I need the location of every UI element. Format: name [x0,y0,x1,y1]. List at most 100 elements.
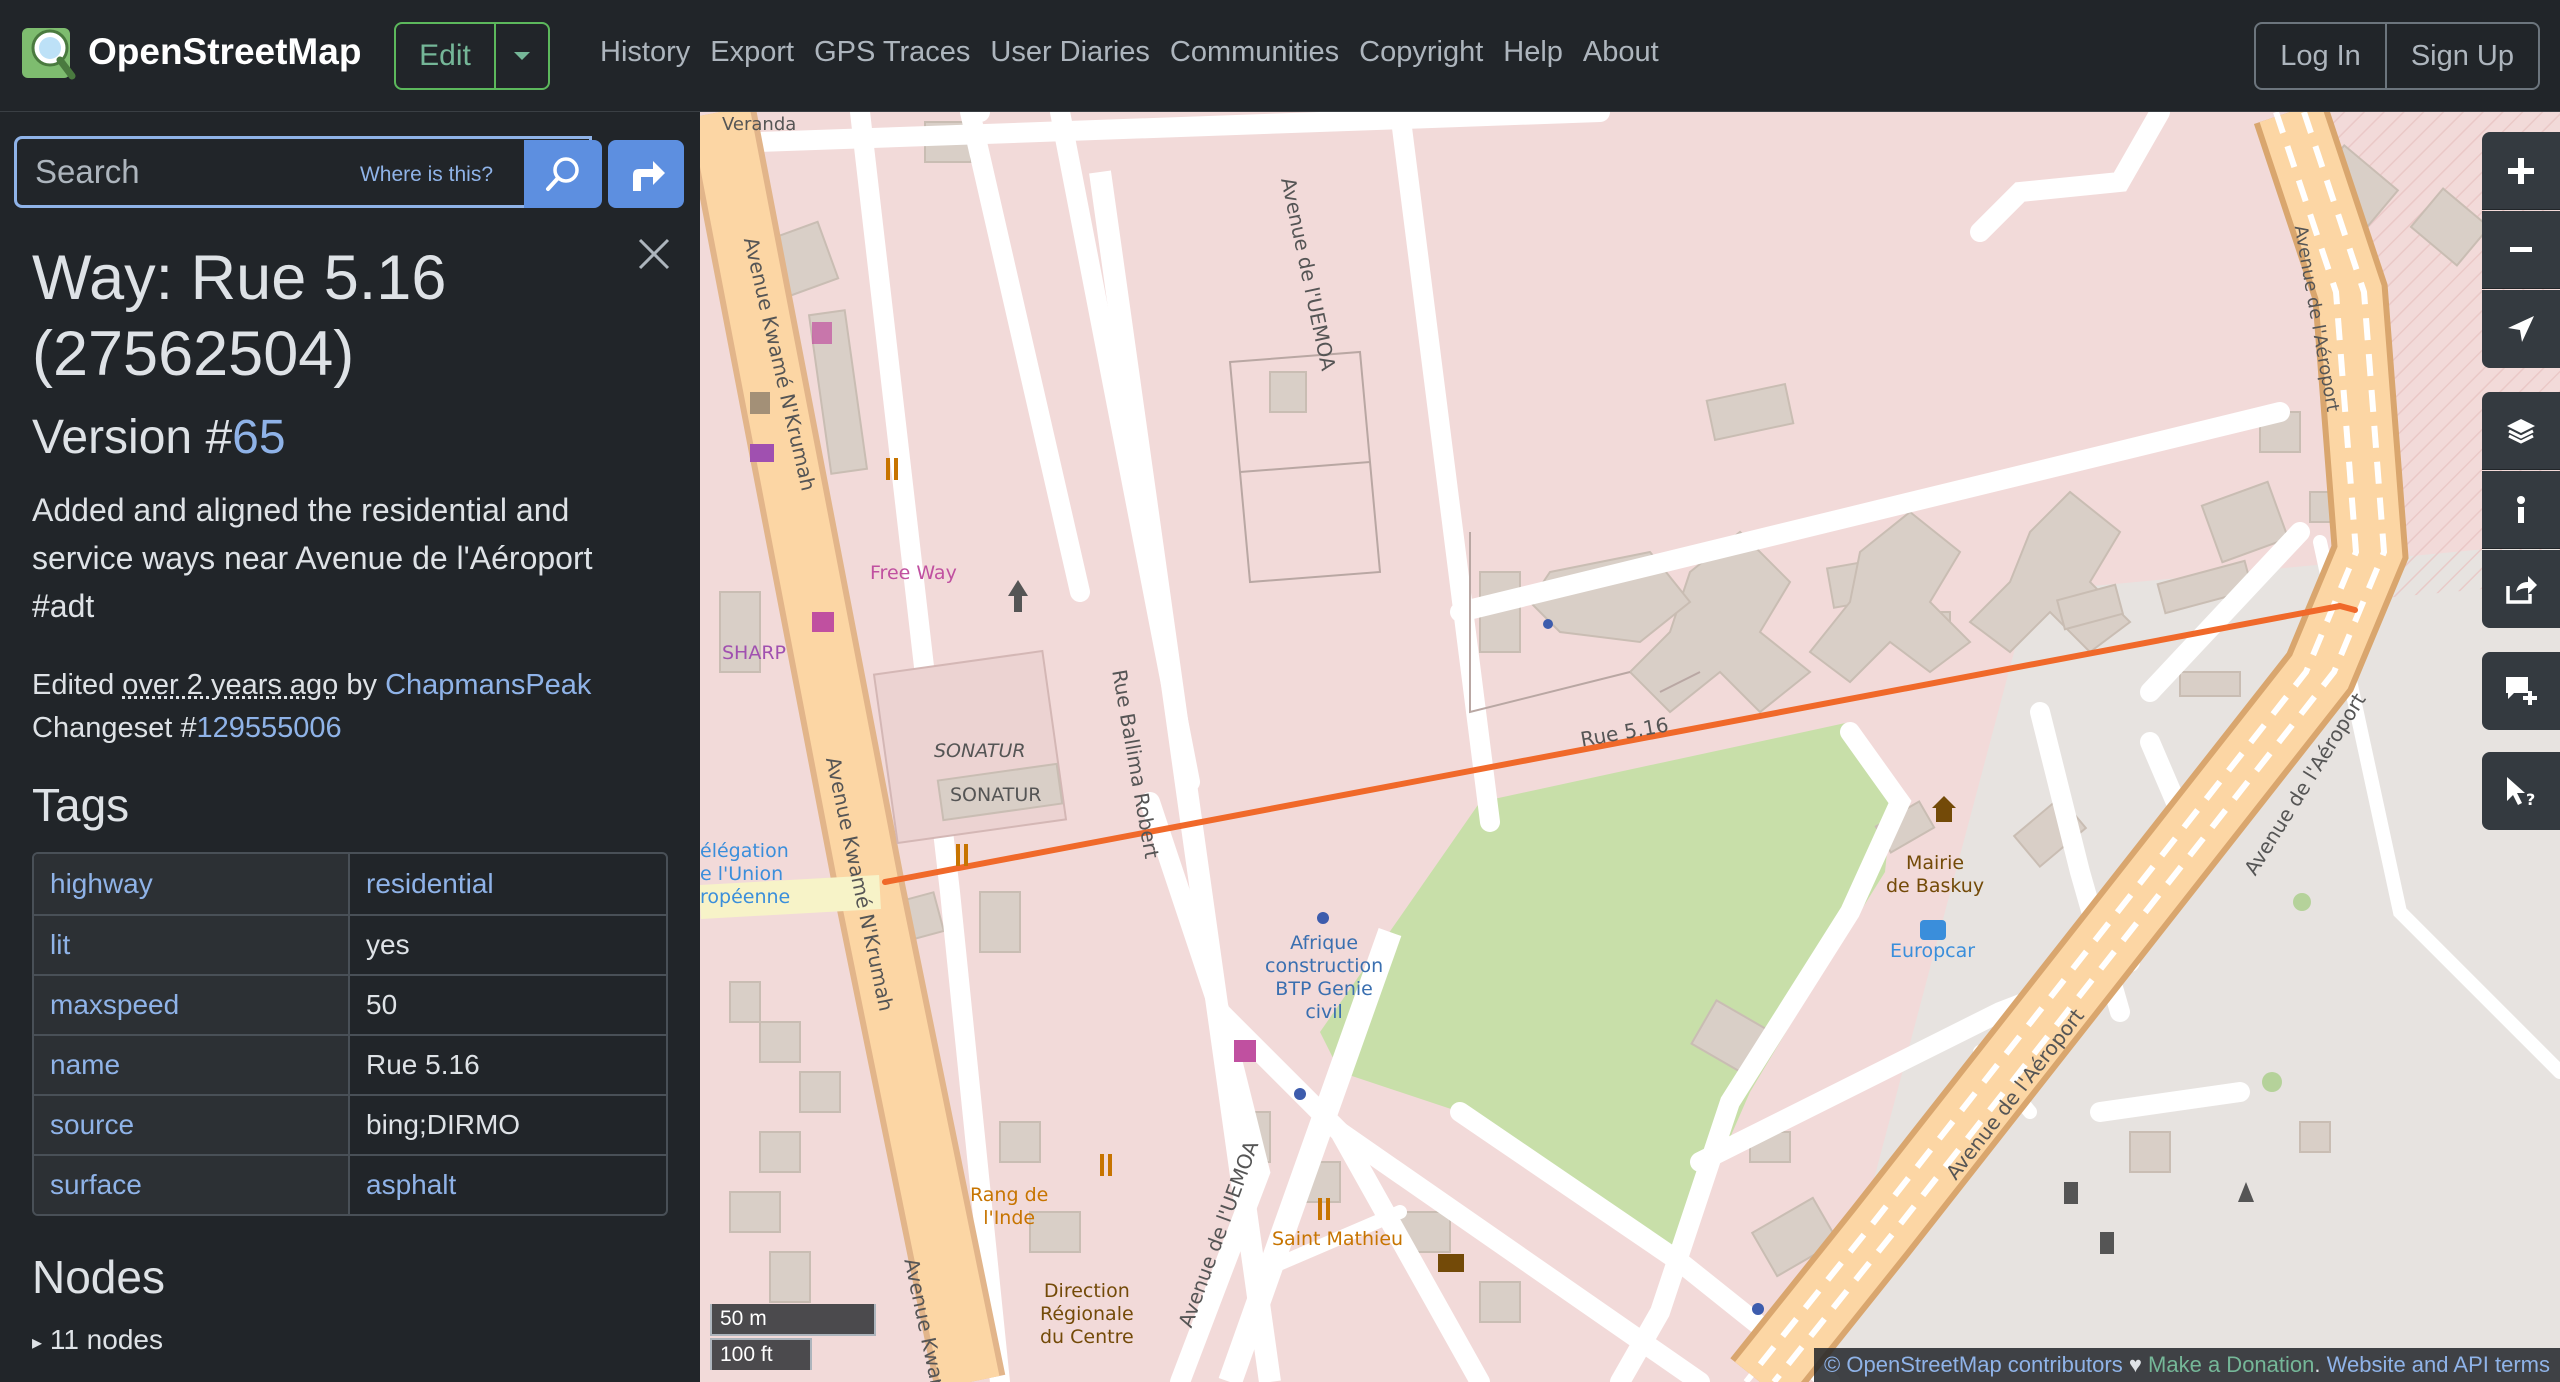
brand-name: OpenStreetMap [88,31,362,72]
location-arrow-icon [2508,316,2534,342]
search-input[interactable]: Search Where is this? [14,136,592,208]
version-link[interactable]: 65 [232,411,285,464]
attribution-separator: . [2314,1352,2321,1377]
tag-value: Rue 5.16 [366,1049,480,1080]
tag-key-link[interactable]: name [34,1036,350,1094]
changeset-prefix: Changeset # [32,712,197,744]
heart-icon: ♥ [2128,1352,2142,1377]
poi-label: Mairie de Baskuy [1886,852,1985,897]
tags-table: highway residential lit yes maxspeed 50 … [32,852,668,1216]
layers-button[interactable] [2482,392,2560,470]
share-button[interactable] [2482,550,2560,628]
signup-button[interactable]: Sign Up [2384,24,2538,88]
poi-label: élégation e l'Union ropéenne [700,840,791,908]
auth-button-group: Log In Sign Up [2254,22,2540,90]
attribution-link[interactable]: © OpenStreetMap contributors [1824,1352,2123,1377]
feature-version: Version #65 [32,410,286,465]
tag-row: highway residential [34,854,666,914]
tag-row: lit yes [34,914,666,974]
search-form: Search Where is this? [14,126,686,210]
edit-dropdown-toggle[interactable] [496,24,548,88]
tag-key-link[interactable]: lit [34,916,350,974]
edited-time: over 2 years ago [122,669,339,701]
add-note-icon [2506,677,2537,705]
osm-logo-icon [22,28,76,80]
query-cursor-icon: ? [2507,777,2535,807]
search-button[interactable] [524,140,602,208]
edit-button[interactable]: Edit [396,24,496,88]
version-prefix: Version # [32,411,233,464]
where-is-this-link[interactable]: Where is this? [360,163,493,187]
show-my-location-button[interactable] [2482,290,2560,368]
terms-link[interactable]: Website and API terms [2327,1352,2550,1377]
svg-text:?: ? [2526,790,2535,807]
nav-export[interactable]: Export [710,36,794,69]
query-features-button[interactable]: ? [2482,752,2560,830]
changeset-link[interactable]: 129555006 [196,712,341,744]
chevron-down-icon [514,52,530,60]
zoom-out-button[interactable] [2482,211,2560,289]
tag-row: source bing;DIRMO [34,1094,666,1154]
nav-history[interactable]: History [600,36,690,69]
nodes-summary-toggle[interactable]: ▸ 11 nodes [32,1324,163,1356]
nav-user-diaries[interactable]: User Diaries [990,36,1150,69]
brand-logo-link[interactable]: OpenStreetMap [20,22,361,82]
edit-info: Edited over 2 years ago by ChapmansPeak … [32,664,591,750]
edited-prefix: Edited [32,669,115,701]
tag-row: surface asphalt [34,1154,666,1214]
tag-value-link[interactable]: asphalt [350,1156,666,1214]
edit-button-group: Edit [394,22,550,90]
add-note-button[interactable] [2482,652,2560,730]
nav-help[interactable]: Help [1503,36,1563,69]
tag-value: bing;DIRMO [366,1109,521,1140]
search-icon [546,157,579,191]
poi-label: Direction Régionale du Centre [1040,1280,1134,1348]
close-icon[interactable] [636,236,672,272]
directions-icon [633,161,665,191]
login-button[interactable]: Log In [2256,24,2385,88]
changeset-comment: Added and aligned the residential and se… [32,492,593,624]
tag-key-link[interactable]: surface [34,1156,350,1214]
tag-row: maxspeed 50 [34,974,666,1034]
street-label: Veranda [722,114,797,135]
tag-key-link[interactable]: highway [34,854,350,914]
tag-value: yes [366,929,410,960]
plus-icon [2508,157,2534,184]
nodes-summary-label: 11 nodes [49,1324,163,1355]
tags-heading: Tags [32,779,130,831]
nav-communities[interactable]: Communities [1170,36,1339,69]
poi-label: SHARP [722,642,787,664]
map-attribution: © OpenStreetMap contributors ♥ Make a Do… [1814,1348,2560,1382]
tag-row: name Rue 5.16 [34,1034,666,1094]
nav-gps-traces[interactable]: GPS Traces [814,36,970,69]
sidebar: Search Where is this? Way: Rue 5.16 (275… [0,112,700,1382]
nav-copyright[interactable]: Copyright [1359,36,1483,69]
donate-link[interactable]: Make a Donation [2148,1352,2314,1377]
poi-label: Afrique construction BTP Genie civil [1265,932,1384,1023]
poi-label: SONATUR [950,784,1042,806]
main-nav: History Export GPS Traces User Diaries C… [600,36,1659,69]
nodes-heading: Nodes [32,1251,165,1303]
map-canvas[interactable]: Veranda Avenue Kwamé N'Krumah Avenue Kwa… [700,112,2560,1382]
poi-label: Saint Mathieu [1272,1228,1404,1250]
zoom-in-button[interactable] [2482,132,2560,210]
tag-key-link[interactable]: source [34,1096,350,1154]
minus-icon [2510,246,2532,252]
scale-imperial: 100 ft [710,1338,812,1370]
poi-label: SONATUR [934,740,1026,762]
map-key-button[interactable] [2482,471,2560,549]
tag-value: 50 [366,989,398,1020]
edited-by: by [346,669,378,701]
top-navbar: OpenStreetMap Edit History Export GPS Tr… [0,0,2560,112]
search-placeholder: Search [35,153,140,190]
poi-label: Free Way [870,562,957,584]
poi-label: Rang de l'Inde [970,1184,1049,1229]
poi-label: Europcar [1890,940,1976,962]
nav-about[interactable]: About [1583,36,1659,69]
share-icon [2506,576,2537,604]
directions-button[interactable] [608,140,684,208]
tag-value-link[interactable]: residential [350,854,666,914]
editor-link[interactable]: ChapmansPeak [385,669,591,701]
tag-key-link[interactable]: maxspeed [34,976,350,1034]
info-icon [2517,495,2525,523]
